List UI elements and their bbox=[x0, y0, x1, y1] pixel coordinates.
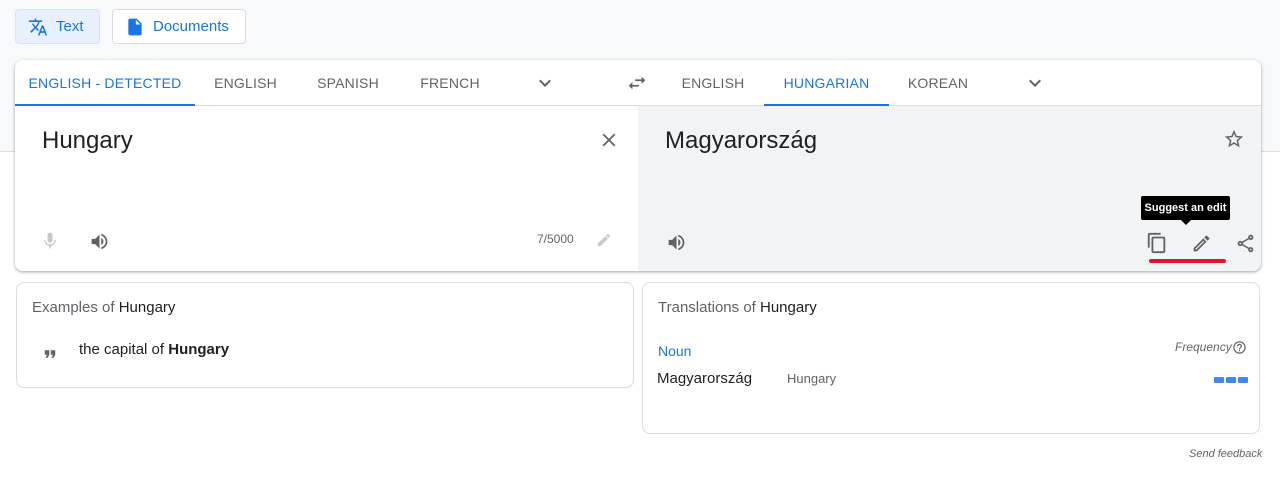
examples-title: Examples of Hungary bbox=[32, 299, 175, 316]
translations-title-term: Hungary bbox=[760, 299, 817, 316]
tab-source-detected[interactable]: ENGLISH - DETECTED bbox=[15, 60, 195, 107]
voice-input-button[interactable] bbox=[37, 228, 63, 254]
share-translation-button[interactable] bbox=[1231, 229, 1259, 257]
text-mode-button[interactable]: Text bbox=[15, 9, 100, 44]
source-text[interactable]: Hungary bbox=[42, 127, 133, 155]
translation-card: ENGLISH - DETECTED ENGLISH SPANISH FRENC… bbox=[15, 60, 1261, 271]
example-highlight: Hungary bbox=[168, 341, 230, 358]
tab-target-english[interactable]: ENGLISH bbox=[662, 60, 764, 106]
copy-icon bbox=[1147, 232, 1166, 254]
examples-panel: Examples of Hungary the capital of Hunga… bbox=[16, 282, 634, 388]
translate-icon bbox=[28, 18, 48, 35]
send-feedback-link[interactable]: Send feedback bbox=[1189, 448, 1262, 460]
chevron-down-icon bbox=[1029, 79, 1041, 87]
suggest-edit-button[interactable] bbox=[1187, 229, 1215, 257]
language-bar: ENGLISH - DETECTED ENGLISH SPANISH FRENC… bbox=[15, 60, 1261, 107]
target-text: Magyarország bbox=[665, 127, 818, 154]
listen-source-button[interactable] bbox=[86, 228, 112, 254]
translation-word[interactable]: Magyarország bbox=[657, 370, 752, 387]
target-pane: Magyarország bbox=[638, 106, 1261, 271]
tab-source-english[interactable]: ENGLISH bbox=[195, 60, 296, 106]
documents-mode-button[interactable]: Documents bbox=[112, 9, 246, 44]
tab-target-hungarian[interactable]: HUNGARIAN bbox=[764, 60, 889, 107]
documents-mode-label: Documents bbox=[153, 18, 229, 35]
speaker-icon bbox=[91, 233, 107, 249]
suggest-edit-tooltip: Suggest an edit bbox=[1141, 196, 1230, 225]
source-pane[interactable]: Hungary 7/5000 bbox=[15, 106, 638, 271]
star-icon bbox=[1224, 129, 1244, 148]
close-icon bbox=[602, 133, 616, 147]
tab-source-spanish[interactable]: SPANISH bbox=[296, 60, 400, 106]
quote-icon bbox=[44, 350, 56, 358]
translations-title-prefix: Translations of bbox=[658, 299, 756, 316]
save-translation-button[interactable] bbox=[1220, 125, 1248, 153]
examples-title-term: Hungary bbox=[118, 299, 176, 316]
tab-target-korean[interactable]: KOREAN bbox=[889, 60, 987, 106]
listen-target-button[interactable] bbox=[663, 229, 689, 255]
frequency-bar bbox=[1238, 377, 1248, 383]
frequency-bars bbox=[1214, 377, 1248, 383]
pencil-icon bbox=[1193, 235, 1209, 251]
help-circle-icon[interactable] bbox=[1232, 340, 1247, 355]
target-more-languages-button[interactable] bbox=[1020, 68, 1050, 98]
example-sentence[interactable]: the capital of Hungary bbox=[79, 341, 229, 358]
share-icon bbox=[1237, 234, 1253, 252]
highlight-underline bbox=[1149, 259, 1226, 263]
chevron-down-icon bbox=[539, 79, 551, 87]
swap-icon bbox=[628, 76, 646, 90]
tab-source-french[interactable]: FRENCH bbox=[400, 60, 500, 106]
examples-title-prefix: Examples of bbox=[32, 299, 115, 316]
back-translation[interactable]: Hungary bbox=[787, 371, 836, 386]
translations-title: Translations of Hungary bbox=[658, 299, 817, 316]
edit-source-button[interactable] bbox=[593, 229, 615, 251]
text-mode-label: Text bbox=[56, 18, 84, 35]
speaker-icon bbox=[668, 234, 684, 250]
mic-icon bbox=[44, 232, 56, 249]
example-text: the capital of bbox=[79, 341, 165, 358]
clear-source-button[interactable] bbox=[595, 126, 623, 154]
frequency-bar bbox=[1214, 377, 1224, 383]
pencil-icon bbox=[598, 233, 611, 246]
document-icon bbox=[128, 18, 142, 35]
source-more-languages-button[interactable] bbox=[530, 68, 560, 98]
copy-translation-button[interactable] bbox=[1143, 229, 1171, 257]
character-count: 7/5000 bbox=[537, 232, 574, 246]
frequency-bar bbox=[1226, 377, 1236, 383]
swap-languages-button[interactable] bbox=[622, 68, 652, 98]
translations-panel: Translations of Hungary Noun Frequency M… bbox=[642, 282, 1260, 434]
part-of-speech: Noun bbox=[658, 343, 692, 359]
frequency-label: Frequency bbox=[1175, 340, 1232, 354]
